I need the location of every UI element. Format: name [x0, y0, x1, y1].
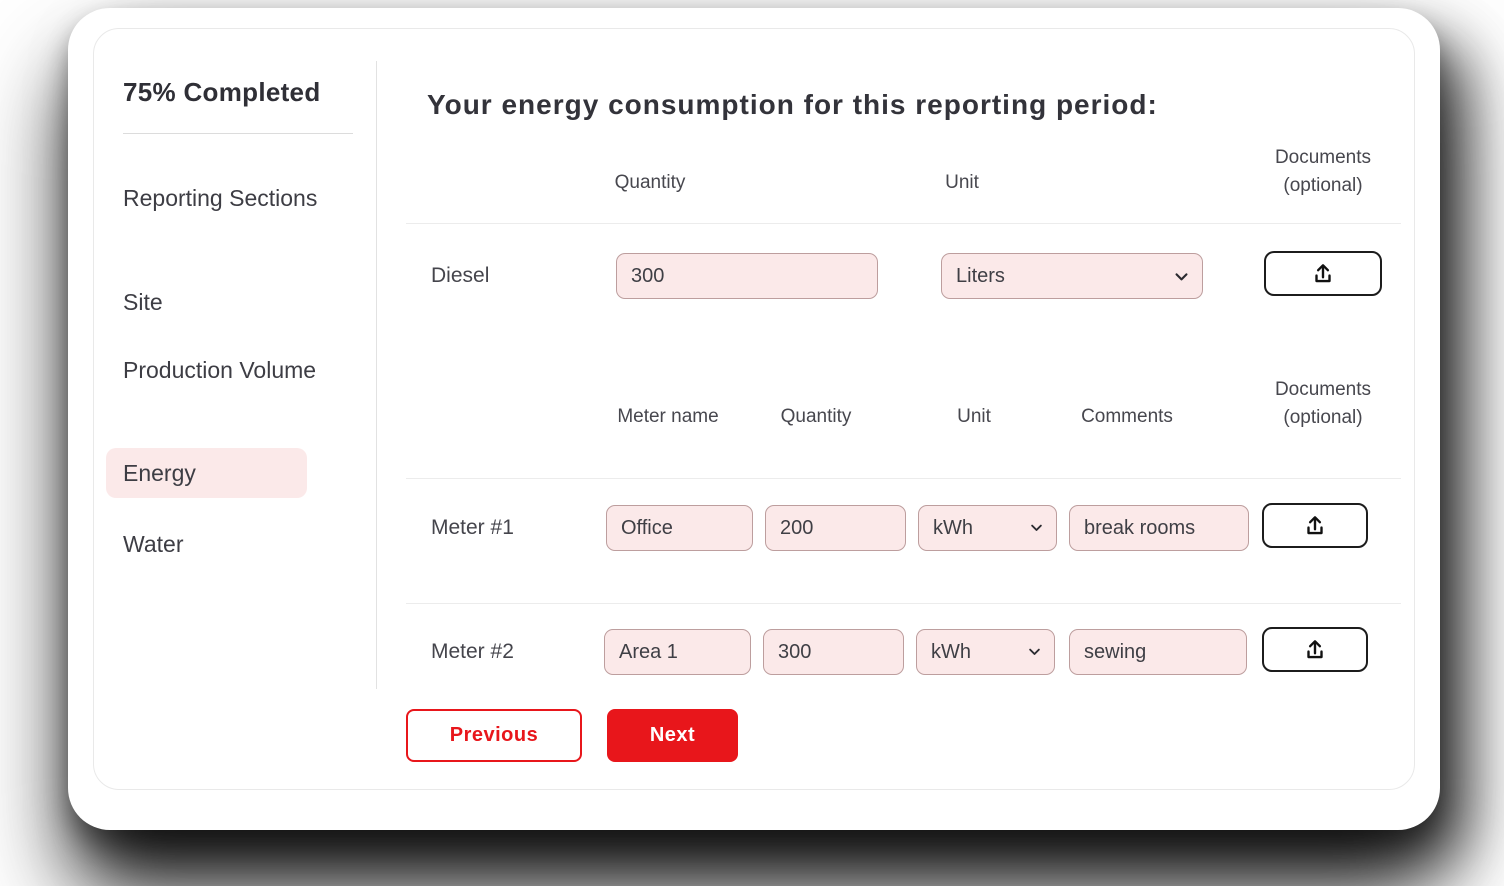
meter-header-comments: Comments [1081, 406, 1173, 427]
meter2-unit-select-wrap: kWh [916, 629, 1055, 675]
meter1-comments-input[interactable] [1069, 505, 1249, 551]
meter1-quantity-field-box [765, 505, 906, 551]
meter1-upload-button[interactable] [1262, 503, 1368, 548]
meter1-name-field-box [606, 505, 753, 551]
fuel-header-quantity: Quantity [614, 172, 686, 193]
meter2-row-label: Meter #2 [431, 640, 514, 663]
progress-label: 75% Completed [123, 77, 321, 107]
sidebar-item-energy[interactable]: Energy [106, 448, 307, 498]
meter2-quantity-field-box [763, 629, 904, 675]
sidebar-divider [123, 133, 353, 134]
next-button[interactable]: Next [607, 709, 738, 762]
meter-table-divider-1 [406, 478, 1401, 479]
meter-header-documents: Documents (optional) [1274, 379, 1372, 428]
sidebar-item-reporting-sections[interactable]: Reporting Sections [123, 181, 323, 215]
fuel-row-label: Diesel [431, 264, 490, 287]
meter1-row-label: Meter #1 [431, 516, 514, 539]
meter1-name-input[interactable] [606, 505, 753, 551]
sidebar-item-production-volume[interactable]: Production Volume [123, 353, 323, 387]
meter-header-quantity: Quantity [780, 406, 852, 427]
diesel-quantity-input[interactable] [616, 253, 878, 299]
diesel-quantity-field-box [616, 253, 878, 299]
meter2-name-input[interactable] [604, 629, 751, 675]
diesel-unit-select[interactable]: Liters [941, 253, 1203, 299]
meter1-comments-field-box [1069, 505, 1249, 551]
meter2-comments-input[interactable] [1069, 629, 1247, 675]
meter1-unit-select-wrap: kWh [918, 505, 1057, 551]
meter1-quantity-input[interactable] [765, 505, 906, 551]
meter1-unit-select[interactable]: kWh [918, 505, 1057, 551]
diesel-unit-select-wrap: Liters [941, 253, 1203, 299]
sidebar-item-water[interactable]: Water [123, 527, 184, 561]
previous-button[interactable]: Previous [406, 709, 582, 762]
meter2-name-field-box [604, 629, 751, 675]
meter2-unit-select[interactable]: kWh [916, 629, 1055, 675]
meter-header-unit: Unit [957, 406, 991, 427]
meter2-upload-button[interactable] [1262, 627, 1368, 672]
meter2-quantity-input[interactable] [763, 629, 904, 675]
fuel-table-divider [406, 223, 1401, 224]
fuel-header-unit: Unit [945, 172, 979, 193]
sidebar-vertical-divider [376, 61, 377, 689]
upload-icon [1315, 263, 1331, 282]
sidebar-item-site[interactable]: Site [123, 285, 163, 319]
sidebar-item-energy-label: Energy [123, 460, 196, 486]
fuel-header-documents: Documents (optional) [1274, 147, 1372, 196]
report-card: 75% Completed Reporting Sections Site Pr… [68, 8, 1440, 830]
meter-header-name: Meter name [617, 406, 719, 427]
meter-table-divider-2 [406, 603, 1401, 604]
upload-icon [1307, 639, 1323, 658]
diesel-upload-button[interactable] [1264, 251, 1382, 296]
upload-icon [1307, 515, 1323, 534]
meter2-comments-field-box [1069, 629, 1247, 675]
page-title: Your energy consumption for this reporti… [427, 89, 1158, 120]
report-panel: 75% Completed Reporting Sections Site Pr… [93, 28, 1415, 790]
